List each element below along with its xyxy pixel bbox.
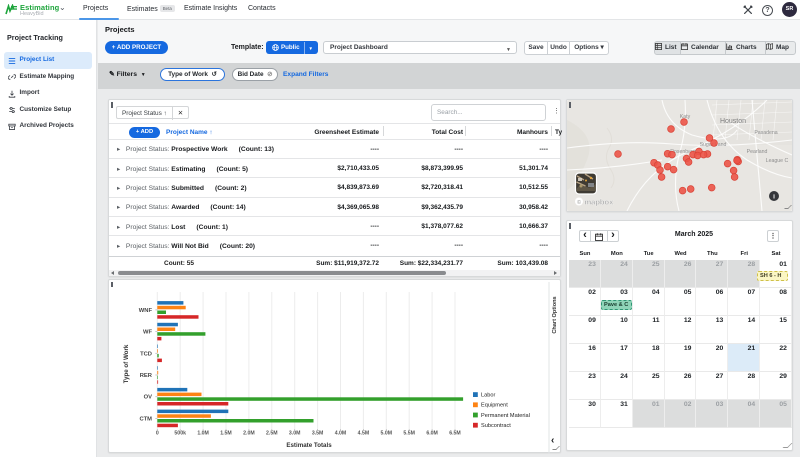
svg-text:1.0M: 1.0M xyxy=(197,431,209,437)
svg-text:6.0M: 6.0M xyxy=(426,431,438,437)
svg-text:4.5M: 4.5M xyxy=(358,431,370,437)
svg-text:2.5M: 2.5M xyxy=(266,431,278,437)
svg-text:4.0M: 4.0M xyxy=(335,431,347,437)
svg-text:5.5M: 5.5M xyxy=(403,431,415,437)
svg-text:Estimate Totals: Estimate Totals xyxy=(286,442,332,449)
svg-text:Pearland: Pearland xyxy=(747,149,768,155)
svg-text:OV: OV xyxy=(144,395,153,401)
svg-text:3.5M: 3.5M xyxy=(312,431,324,437)
svg-text:Labor: Labor xyxy=(481,393,495,399)
svg-text:TCD: TCD xyxy=(140,351,152,357)
svg-text:WF: WF xyxy=(143,330,152,336)
svg-text:Chart Options: Chart Options xyxy=(552,296,558,333)
svg-text:2.0M: 2.0M xyxy=(243,431,255,437)
svg-text:Type of Work: Type of Work xyxy=(123,344,130,383)
svg-text:Equipment: Equipment xyxy=(481,403,508,409)
svg-text:mapbox: mapbox xyxy=(585,198,615,207)
svg-text:WNF: WNF xyxy=(139,308,153,314)
svg-text:0: 0 xyxy=(156,431,159,437)
svg-text:1.5M: 1.5M xyxy=(220,431,232,437)
svg-text:RER: RER xyxy=(140,373,153,379)
svg-text:Permanent Material: Permanent Material xyxy=(481,413,530,419)
svg-text:League C: League C xyxy=(766,158,789,164)
svg-text:i: i xyxy=(773,194,775,201)
svg-text:6.5M: 6.5M xyxy=(449,431,461,437)
svg-text:5.0M: 5.0M xyxy=(381,431,393,437)
svg-text:Pasadena: Pasadena xyxy=(754,130,777,136)
svg-text:Houston: Houston xyxy=(720,118,746,125)
svg-text:CTM: CTM xyxy=(139,416,152,422)
svg-text:‹: ‹ xyxy=(551,435,554,446)
svg-text:Subcontract: Subcontract xyxy=(481,423,511,429)
svg-text:3.0M: 3.0M xyxy=(289,431,301,437)
svg-text:©: © xyxy=(577,199,581,206)
svg-text:500k: 500k xyxy=(174,431,186,437)
